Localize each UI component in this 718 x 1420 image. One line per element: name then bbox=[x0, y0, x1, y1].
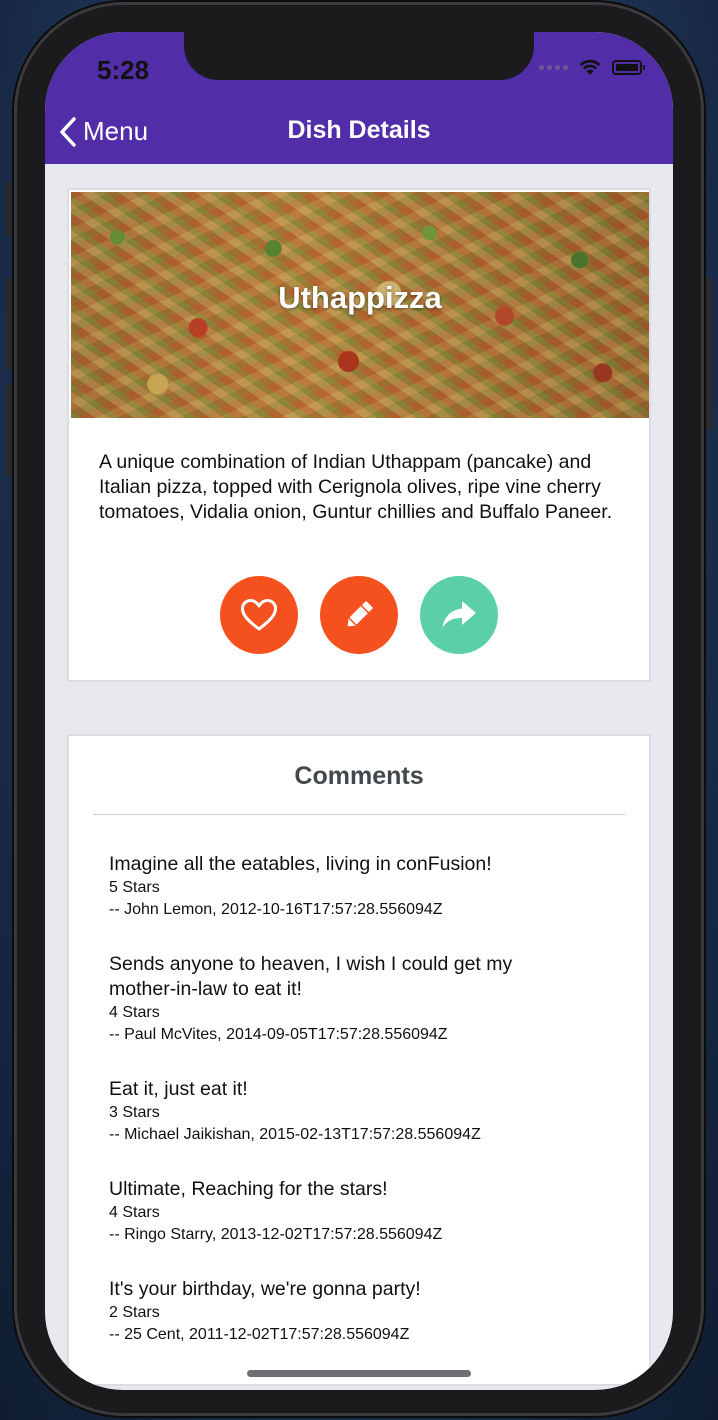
share-icon bbox=[442, 601, 476, 628]
comment-byline: -- 25 Cent, 2011-12-02T17:57:28.556094Z bbox=[109, 1326, 410, 1343]
comments-title: Comments bbox=[294, 762, 424, 790]
comment-rating: 3 Stars bbox=[109, 1104, 160, 1121]
favorite-button[interactable] bbox=[220, 576, 298, 654]
dish-title: Uthappizza bbox=[278, 280, 442, 315]
status-icons bbox=[539, 58, 645, 76]
comment-text: It's your birthday, we're gonna party! bbox=[109, 1278, 421, 1300]
status-time: 5:28 bbox=[97, 55, 150, 85]
dish-description: A unique combination of Indian Uthappam … bbox=[99, 451, 613, 523]
comment-rating: 4 Stars bbox=[109, 1004, 160, 1021]
comment-item: Ultimate, Reaching for the stars! 4 Star… bbox=[109, 1177, 579, 1246]
comment-item: It's your birthday, we're gonna party! 2… bbox=[109, 1277, 579, 1346]
comment-byline: -- Paul McVites, 2014-09-05T17:57:28.556… bbox=[109, 1026, 448, 1043]
comments-card: Comments Imagine all the eatables, livin… bbox=[67, 734, 651, 1386]
wifi-icon bbox=[579, 59, 601, 75]
comment-text: Eat it, just eat it! bbox=[109, 1078, 248, 1100]
comment-rating: 2 Stars bbox=[109, 1304, 160, 1321]
dish-actions bbox=[69, 576, 649, 654]
comment-text: Ultimate, Reaching for the stars! bbox=[109, 1178, 388, 1200]
home-indicator[interactable] bbox=[247, 1370, 471, 1377]
comment-text: Sends anyone to heaven, I wish I could g… bbox=[109, 953, 513, 1000]
notch bbox=[184, 32, 534, 80]
battery-icon bbox=[612, 59, 645, 75]
comment-item: Sends anyone to heaven, I wish I could g… bbox=[109, 952, 579, 1046]
comment-rating: 5 Stars bbox=[109, 879, 160, 896]
comment-byline: -- Michael Jaikishan, 2015-02-13T17:57:2… bbox=[109, 1126, 481, 1143]
comment-item: Eat it, just eat it! 3 Stars -- Michael … bbox=[109, 1077, 579, 1146]
add-comment-button[interactable] bbox=[320, 576, 398, 654]
comment-text: Imagine all the eatables, living in conF… bbox=[109, 853, 492, 875]
dish-image: Uthappizza bbox=[71, 192, 649, 418]
app-screen: 5:28 Menu Dish Details Uthappizza A uniq… bbox=[45, 32, 673, 1390]
heart-outline-icon bbox=[241, 599, 277, 631]
comment-byline: -- Ringo Starry, 2013-12-02T17:57:28.556… bbox=[109, 1226, 443, 1243]
page-title: Dish Details bbox=[287, 116, 431, 144]
signal-icon bbox=[539, 64, 568, 70]
dish-card: Uthappizza A unique combination of India… bbox=[67, 188, 651, 682]
comment-rating: 4 Stars bbox=[109, 1204, 160, 1221]
pencil-icon bbox=[347, 601, 373, 627]
comment-byline: -- John Lemon, 2012-10-16T17:57:28.55609… bbox=[109, 901, 443, 918]
comments-divider bbox=[93, 814, 625, 815]
share-button[interactable] bbox=[420, 576, 498, 654]
comment-item: Imagine all the eatables, living in conF… bbox=[109, 852, 579, 921]
